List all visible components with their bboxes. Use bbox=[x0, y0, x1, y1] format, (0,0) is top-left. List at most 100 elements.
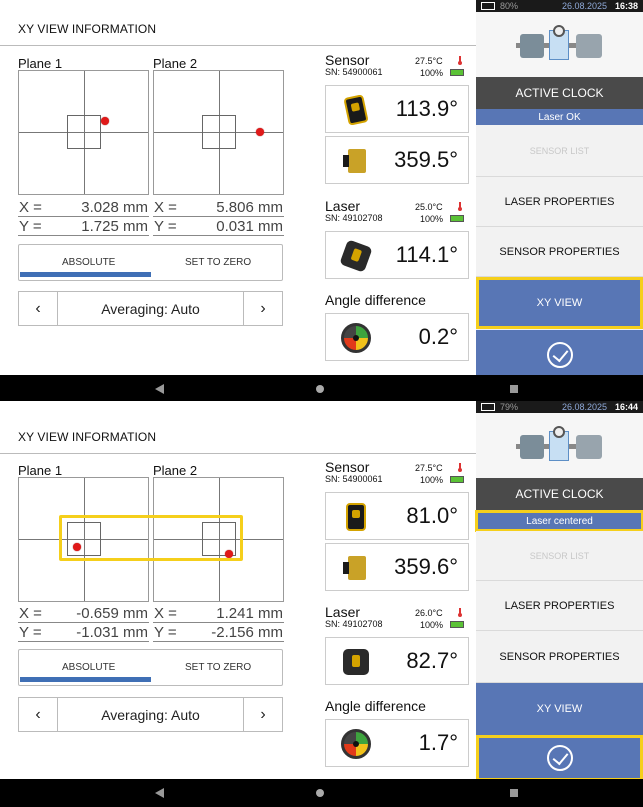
laser-point-dot bbox=[101, 117, 109, 125]
x-key: X = bbox=[19, 199, 42, 216]
x-key: X = bbox=[154, 199, 177, 216]
x-key: X = bbox=[19, 605, 42, 622]
x-value: 1.241 mm bbox=[216, 605, 283, 622]
averaging-selector: ‹ Averaging: Auto › bbox=[18, 697, 283, 732]
battery-percent: 80% bbox=[500, 1, 519, 11]
machine-train-icon bbox=[476, 413, 643, 478]
laser-properties-button[interactable]: LASER PROPERTIES bbox=[476, 177, 643, 227]
plane-2-label: Plane 2 bbox=[153, 463, 198, 478]
chevron-right-icon[interactable]: › bbox=[244, 698, 282, 731]
set-to-zero-option[interactable]: SET TO ZERO bbox=[185, 662, 251, 673]
page-title: XY VIEW INFORMATION bbox=[18, 22, 157, 36]
reading-value: 82.7° bbox=[406, 648, 458, 673]
laser-title: Laser bbox=[325, 198, 361, 214]
divider bbox=[0, 453, 476, 454]
plane-1-x-row: X = -0.659 mm bbox=[18, 604, 149, 623]
screen-2: XY VIEW INFORMATION Plane 1 Plane 2 X = … bbox=[0, 401, 643, 807]
laser-properties-button[interactable]: LASER PROPERTIES bbox=[476, 581, 643, 631]
sensor-reading-1: 113.9° bbox=[325, 85, 469, 133]
plane-2-label: Plane 2 bbox=[153, 56, 198, 71]
chevron-right-icon[interactable]: › bbox=[244, 292, 282, 325]
averaging-label: Averaging: Auto bbox=[57, 292, 244, 325]
y-value: -2.156 mm bbox=[211, 624, 283, 641]
sensor-list-button[interactable]: SENSOR LIST bbox=[476, 531, 643, 581]
sensor-list-button[interactable]: SENSOR LIST bbox=[476, 125, 643, 177]
reading-value: 359.5° bbox=[394, 147, 458, 172]
angle-difference-reading: 0.2° bbox=[325, 313, 469, 361]
android-nav-bar bbox=[0, 779, 643, 807]
battery-status-icon bbox=[481, 2, 495, 10]
gauge-icon bbox=[340, 322, 372, 354]
averaging-selector: ‹ Averaging: Auto › bbox=[18, 291, 283, 326]
confirm-button[interactable] bbox=[476, 330, 643, 380]
angle-difference-title: Angle difference bbox=[325, 292, 426, 308]
mode-toggle: ABSOLUTE SET TO ZERO bbox=[18, 244, 283, 281]
plane-1-y-row: Y = -1.031 mm bbox=[18, 623, 149, 642]
reading-value: 81.0° bbox=[406, 503, 458, 528]
gauge-icon bbox=[340, 728, 372, 760]
laser-device-icon bbox=[339, 239, 373, 273]
sensor-title: Sensor bbox=[325, 459, 370, 475]
mode-toggle: ABSOLUTE SET TO ZERO bbox=[18, 649, 283, 686]
y-key: Y = bbox=[19, 624, 42, 641]
x-key: X = bbox=[154, 605, 177, 622]
absolute-option[interactable]: ABSOLUTE bbox=[62, 257, 115, 268]
absolute-option[interactable]: ABSOLUTE bbox=[62, 662, 115, 673]
sensor-serial: SN: 54900061 bbox=[325, 67, 383, 77]
plane-1-label: Plane 1 bbox=[18, 56, 63, 71]
battery-status-icon bbox=[481, 403, 495, 411]
x-value: 5.806 mm bbox=[216, 199, 283, 216]
sensor-device-icon bbox=[340, 501, 372, 533]
sensor-reading-2: 359.6° bbox=[325, 543, 469, 591]
confirm-button[interactable] bbox=[476, 735, 643, 781]
sensor-properties-button[interactable]: SENSOR PROPERTIES bbox=[476, 631, 643, 683]
recent-apps-icon[interactable] bbox=[510, 789, 518, 797]
chevron-left-icon[interactable]: ‹ bbox=[19, 292, 57, 325]
x-value: 3.028 mm bbox=[81, 199, 148, 216]
thermometer-icon bbox=[458, 463, 462, 472]
reading-value: 1.7° bbox=[418, 730, 458, 755]
back-icon[interactable] bbox=[155, 384, 164, 394]
set-to-zero-option[interactable]: SET TO ZERO bbox=[185, 257, 251, 268]
laser-reading: 114.1° bbox=[325, 231, 469, 279]
thermometer-icon bbox=[458, 608, 462, 617]
laser-status-badge: Laser centered bbox=[475, 510, 643, 532]
machine-train-icon bbox=[476, 12, 643, 77]
status-time: 16:38 bbox=[614, 1, 638, 11]
laser-reading: 82.7° bbox=[325, 637, 469, 685]
battery-percent: 79% bbox=[500, 402, 519, 412]
plane-1-label: Plane 1 bbox=[18, 463, 63, 478]
sensor-serial: SN: 54900061 bbox=[325, 474, 383, 484]
active-clock-button[interactable]: ACTIVE CLOCK bbox=[476, 478, 643, 510]
tolerance-square bbox=[67, 115, 101, 149]
x-value: -0.659 mm bbox=[76, 605, 148, 622]
back-icon[interactable] bbox=[155, 788, 164, 798]
sensor-properties-button[interactable]: SENSOR PROPERTIES bbox=[476, 227, 643, 277]
averaging-label: Averaging: Auto bbox=[57, 698, 244, 731]
sensor-title: Sensor bbox=[325, 52, 370, 68]
sensor-battery: 100% bbox=[420, 475, 444, 485]
y-value: 0.031 mm bbox=[216, 218, 283, 235]
xy-view-button[interactable]: XY VIEW bbox=[476, 683, 643, 735]
page-title: XY VIEW INFORMATION bbox=[18, 430, 157, 444]
laser-battery: 100% bbox=[420, 620, 444, 630]
android-nav-bar bbox=[0, 375, 643, 403]
recent-apps-icon[interactable] bbox=[510, 385, 518, 393]
active-clock-button[interactable]: ACTIVE CLOCK bbox=[476, 77, 643, 109]
divider bbox=[0, 45, 476, 46]
home-icon[interactable] bbox=[316, 789, 324, 797]
laser-title: Laser bbox=[325, 604, 361, 620]
sensor-temperature: 27.5°C bbox=[415, 463, 443, 473]
battery-icon bbox=[450, 69, 464, 76]
status-bar: 80% 26.08.2025 16:38 bbox=[476, 0, 643, 12]
plane-2-target bbox=[153, 70, 284, 195]
y-key: Y = bbox=[154, 218, 177, 235]
chevron-left-icon[interactable]: ‹ bbox=[19, 698, 57, 731]
laser-battery: 100% bbox=[420, 214, 444, 224]
reading-value: 113.9° bbox=[395, 96, 458, 121]
thermometer-icon bbox=[458, 56, 462, 65]
home-icon[interactable] bbox=[316, 385, 324, 393]
plane-1-target bbox=[18, 70, 149, 195]
plane-2-x-row: X = 1.241 mm bbox=[153, 604, 284, 623]
xy-view-button[interactable]: XY VIEW bbox=[476, 277, 643, 329]
